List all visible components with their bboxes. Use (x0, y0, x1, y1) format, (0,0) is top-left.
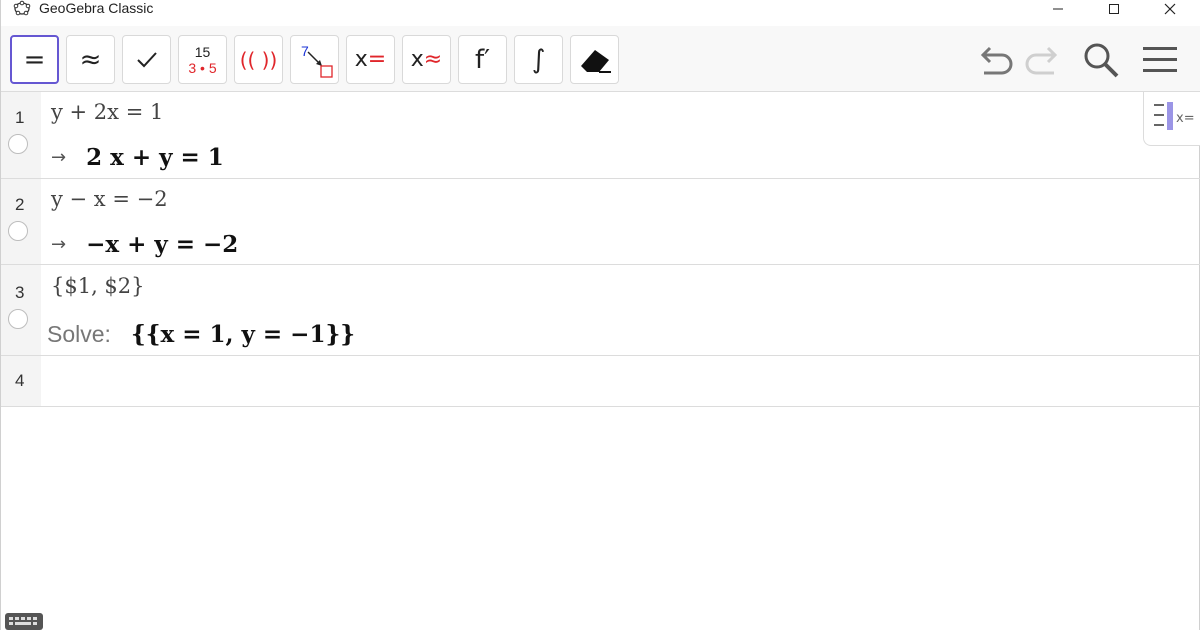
integral-icon: ∫ (531, 44, 546, 75)
row-output: → 2 x + y = 1 (51, 144, 224, 171)
output-arrow: → (51, 234, 67, 255)
close-button[interactable] (1147, 0, 1193, 18)
solve-numerically-tool-button[interactable]: x≈ (402, 35, 451, 84)
svg-text:x=: x= (1176, 111, 1195, 126)
row-number: 1 (15, 108, 25, 127)
nsolve-icon-x: x (410, 47, 424, 72)
factor-tool-button[interactable]: 15 3 • 5 (178, 35, 227, 84)
visibility-toggle[interactable] (8, 134, 28, 154)
algebra-view-toggle[interactable]: x= (1143, 92, 1200, 146)
keep-input-tool-button[interactable] (122, 35, 171, 84)
window-title: GeoGebra Classic (39, 0, 154, 16)
solve-label: Solve: (47, 321, 111, 347)
cas-toolbar: = ≈ 15 3 • 5 (( )) 7 x= x≈ f′ ∫ (1, 26, 1200, 92)
output-value: {{x = 1, y = −1}} (130, 321, 356, 348)
integral-tool-button[interactable]: ∫ (514, 35, 563, 84)
redo-button[interactable] (1021, 38, 1065, 82)
visibility-toggle[interactable] (8, 221, 28, 241)
solve-icon: x= (355, 47, 386, 72)
geogebra-logo-icon (13, 0, 31, 16)
search-icon (1084, 43, 1119, 78)
derivative-tool-button[interactable]: f′ (458, 35, 507, 84)
search-button[interactable] (1079, 38, 1123, 82)
maximize-icon (1109, 4, 1119, 14)
undo-icon (980, 46, 1013, 75)
output-value: −x + y = −2 (86, 231, 239, 258)
nsolve-icon: x≈ (411, 47, 442, 72)
evaluate-tool-button[interactable]: = (10, 35, 59, 84)
derivative-icon: f′ (474, 44, 491, 75)
redo-icon (1025, 46, 1058, 75)
output-value: 2 x + y = 1 (86, 144, 224, 171)
substitute-icon: 7 (301, 43, 333, 78)
keyboard-icon (9, 617, 37, 625)
row-number: 4 (15, 371, 25, 390)
expand-tool-button[interactable]: (( )) (234, 35, 283, 84)
numeric-tool-button[interactable]: ≈ (66, 35, 115, 84)
delete-tool-button[interactable] (570, 35, 619, 84)
svg-text:7: 7 (301, 43, 309, 59)
solve-icon-x: x (354, 47, 368, 72)
checkmark-icon (136, 51, 157, 67)
solve-icon-sign: = (367, 47, 387, 72)
nsolve-icon-sign: ≈ (423, 47, 443, 72)
approx-icon: ≈ (79, 44, 102, 75)
geogebra-window: GeoGebra Classic = ≈ 15 3 • 5 (( )) 7 x=… (0, 0, 1200, 630)
solve-tool-button[interactable]: x= (346, 35, 395, 84)
row-input[interactable]: {$1, $2} (51, 274, 145, 298)
row-input[interactable]: y − x = −2 (51, 187, 168, 211)
close-icon (1164, 3, 1176, 15)
cas-row[interactable]: 4 (1, 356, 1200, 407)
cas-row[interactable]: 2 y − x = −2 → −x + y = −2 (1, 179, 1200, 265)
row-output: → −x + y = −2 (51, 231, 238, 258)
minimize-icon (1053, 8, 1063, 10)
cas-row[interactable]: 3 {$1, $2} Solve: {{x = 1, y = −1}} (1, 265, 1200, 356)
keyboard-button[interactable] (5, 613, 43, 630)
row-number: 2 (15, 195, 25, 214)
minimize-button[interactable] (1035, 0, 1081, 18)
factor-icon-top: 15 (194, 43, 211, 60)
row-number: 3 (15, 283, 25, 302)
menu-button[interactable] (1138, 38, 1182, 82)
row-input[interactable]: y + 2x = 1 (51, 100, 163, 124)
equals-icon: = (23, 44, 46, 75)
cas-view: 1 y + 2x = 1 → 2 x + y = 1 2 y − x = −2 … (1, 92, 1200, 407)
factor-icon-bottom: 3 • 5 (188, 59, 217, 76)
substitute-tool-button[interactable]: 7 (290, 35, 339, 84)
visibility-toggle[interactable] (8, 309, 28, 329)
title-bar: GeoGebra Classic (1, 0, 1200, 26)
maximize-button[interactable] (1091, 0, 1137, 18)
cas-row[interactable]: 1 y + 2x = 1 → 2 x + y = 1 (1, 92, 1200, 179)
row-output: Solve: {{x = 1, y = −1}} (47, 321, 356, 348)
algebra-view-icon: x= (1154, 102, 1195, 130)
output-arrow: → (51, 147, 67, 168)
menu-icon (1143, 47, 1177, 72)
expand-icon: (( )) (239, 47, 278, 72)
eraser-icon (580, 49, 611, 73)
undo-button[interactable] (973, 38, 1017, 82)
